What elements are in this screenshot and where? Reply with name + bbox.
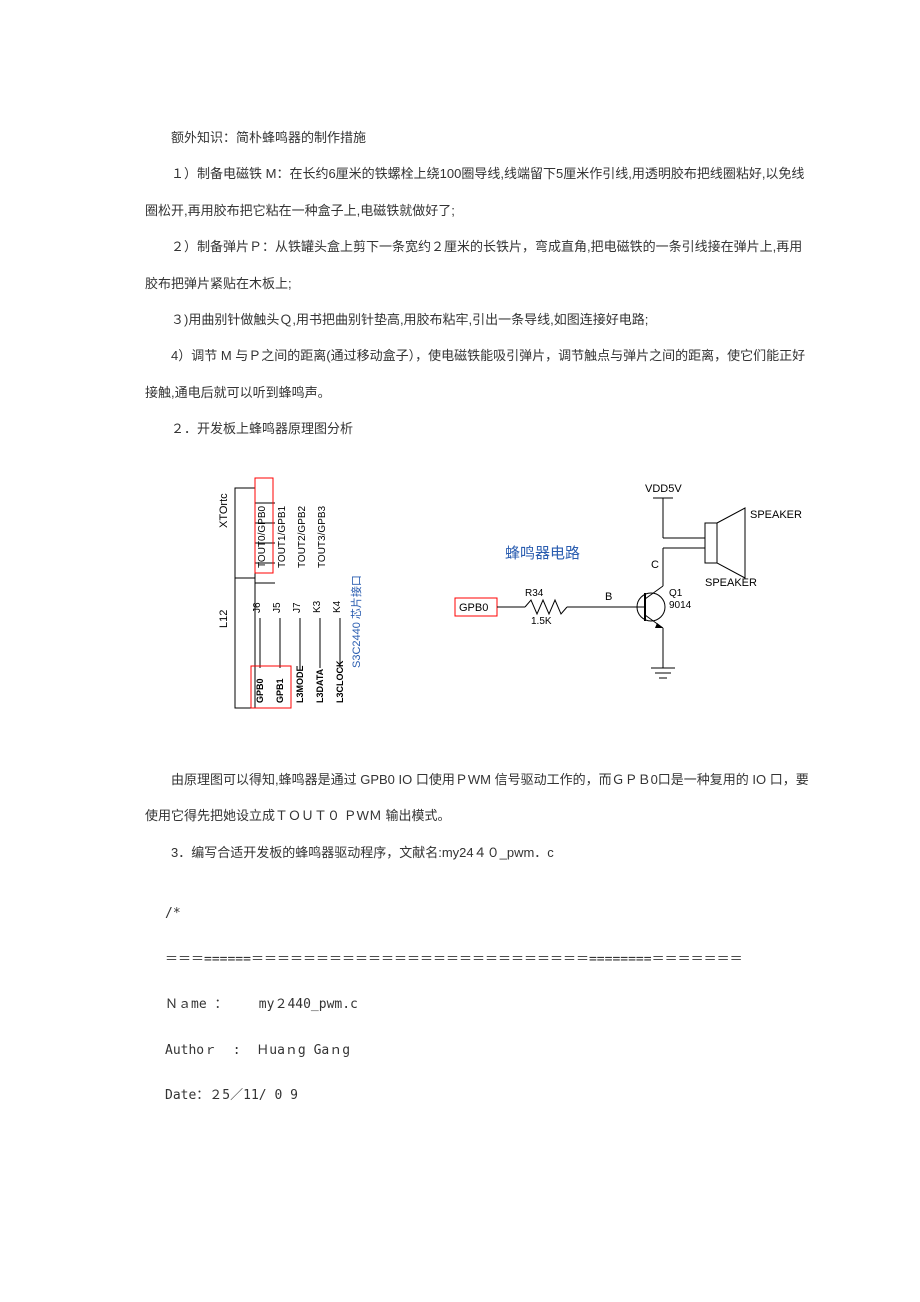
label-tout1: TOUT1/GPB1 (277, 505, 288, 567)
step-1: １）制备电磁铁 M：在长约6厘米的铁螺栓上绕100圈导线,线端留下5厘米作引线,… (145, 156, 810, 229)
label-gpb0-pin: GPB0 (255, 678, 265, 703)
label-node-b: B (605, 591, 612, 603)
step-3: ３)用曲别针做触头Ｑ,用书把曲别针垫高,用胶布粘牢,引出一条导线,如图连接好电路… (145, 302, 810, 338)
circuit-svg: XTOrtc L12 GPB0 GPB1 L3MODE L3DATA L3CLO… (205, 468, 825, 728)
label-speaker-top: SPEAKER (750, 509, 802, 521)
label-j5: J5 (272, 602, 283, 613)
section-3-heading: 3．编写合适开发板的蜂鸣器驱动程序，文献名:my24４０_pwm．c (145, 835, 810, 871)
code-block: /* ＝＝＝======＝＝＝＝＝＝＝＝＝＝＝＝＝＝＝＝＝＝＝＝＝＝＝＝＝＝==… (145, 891, 810, 1119)
step-2: ２）制备弹片Ｐ：从铁罐头盒上剪下一条宽约２厘米的长铁片，弯成直角,把电磁铁的一条… (145, 229, 810, 302)
document-page: 额外知识：简朴蜂鸣器的制作措施 １）制备电磁铁 M：在长约6厘米的铁螺栓上绕10… (0, 0, 920, 1179)
label-r34: R34 (525, 588, 544, 599)
label-l3data: L3DATA (315, 668, 325, 703)
label-q1: Q1 (669, 588, 683, 599)
label-q1v: 9014 (669, 600, 692, 611)
label-j7: J7 (292, 602, 303, 613)
label-j6: J6 (252, 602, 263, 613)
label-vdd: VDD5V (645, 483, 682, 495)
label-l12: L12 (218, 609, 230, 627)
code-line-1: /* (165, 891, 810, 937)
label-k4: K4 (332, 600, 343, 613)
analysis-text: 由原理图可以得知,蜂鸣器是通过 GPB0 IO 口使用ＰWM 信号驱动工作的，而… (145, 762, 810, 835)
label-gpb0-box: GPB0 (459, 602, 488, 614)
label-node-c: C (651, 559, 659, 571)
label-xtortc: XTOrtc (218, 492, 230, 527)
label-l3mode: L3MODE (295, 665, 305, 703)
label-tout3: TOUT3/GPB3 (317, 505, 328, 567)
label-tout2: TOUT2/GPB2 (297, 505, 308, 567)
code-line-3: Ｎａme ： my２440_pwm.c (165, 982, 810, 1028)
code-line-2: ＝＝＝======＝＝＝＝＝＝＝＝＝＝＝＝＝＝＝＝＝＝＝＝＝＝＝＝＝＝=====… (165, 937, 810, 983)
circuit-diagram: XTOrtc L12 GPB0 GPB1 L3MODE L3DATA L3CLO… (205, 468, 825, 742)
label-tout0: TOUT0/GPB0 (257, 505, 268, 567)
label-speaker-bot: SPEAKER (705, 577, 757, 589)
intro-text: 额外知识：简朴蜂鸣器的制作措施 (145, 120, 810, 156)
section-2-heading: ２．开发板上蜂鸣器原理图分析 (145, 411, 810, 447)
label-r34v: 1.5K (531, 616, 552, 627)
diagram-title: 蜂鸣器电路 (505, 545, 580, 562)
code-line-5: Date：２5／11/ 0 9 (165, 1073, 810, 1119)
label-k3: K3 (312, 600, 323, 613)
label-chip: S3C2440 芯片接口 (349, 575, 363, 668)
label-gpb1-pin: GPB1 (275, 678, 285, 703)
code-line-4: Authoｒ : Ｈuaｎg Gaｎg (165, 1028, 810, 1074)
step-4: 4）调节 M 与Ｐ之间的距离(通过移动盒子），使电磁铁能吸引弹片，调节触点与弹片… (145, 338, 810, 411)
